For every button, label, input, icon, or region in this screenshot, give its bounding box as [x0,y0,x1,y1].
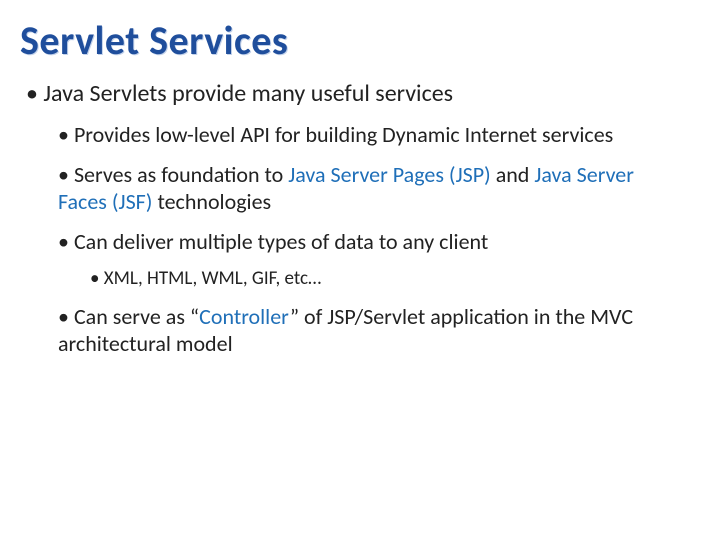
text-pre: Serves as foundation to [74,161,288,188]
bullet-lvl1-intro: Java Servlets provide many useful servic… [26,79,700,109]
bullet-lvl2-datatypes: Can deliver multiple types of data to an… [58,228,700,256]
text-post: technologies [152,188,271,215]
text-pre: Can serve as “ [74,303,199,330]
bullet-lvl2-controller: Can serve as “Controller” of JSP/Servlet… [58,303,700,358]
bullet-lvl2-foundation: Serves as foundation to Java Server Page… [58,161,700,216]
slide-title: Servlet Services [20,16,700,65]
bullet-lvl3-formats: XML, HTML, WML, GIF, etc… [90,267,700,291]
highlight-jsp: Java Server Pages (JSP) [288,161,491,188]
text-mid: and [491,161,535,188]
highlight-controller: Controller [199,303,290,330]
bullet-lvl2-api: Provides low-level API for building Dyna… [58,121,700,149]
